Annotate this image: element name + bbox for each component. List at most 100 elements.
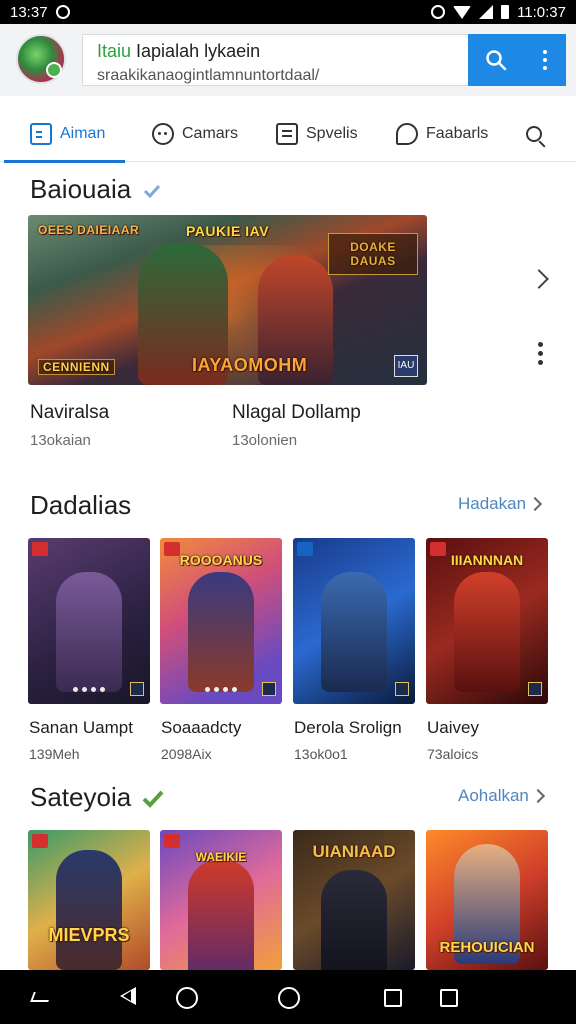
search-icon [486,50,507,71]
banner-label: CENNIENN [38,359,115,375]
publisher-logo [130,682,144,696]
avatar[interactable] [16,34,66,84]
tab-label: Spvelis [306,124,358,142]
status-clock: 11:0:37 [517,3,566,21]
featured-item-title: Naviralsa [30,402,110,423]
tab-label: Camars [182,124,239,142]
document-icon [276,122,298,145]
featured-item[interactable]: Nlagal Dollamp 13olonien [232,402,361,449]
search-button[interactable] [468,34,524,86]
tab-camars[interactable]: Camars [152,106,238,162]
home-icon[interactable] [176,987,198,1009]
system-nav-bar [0,970,576,1024]
featured-item[interactable]: Naviralsa 13okaian [30,402,109,449]
tile-art [188,860,254,970]
section-title-featured: Baiouaia [30,174,162,205]
more-vert-icon [543,50,547,70]
banner-label: OEES DAIEIAAR [38,223,140,237]
tile-title-art: WAEIKIE [195,850,247,864]
section-title-sateyoia: Sateyoia [30,782,164,813]
featured-item-subtitle: 13olonien [232,432,298,449]
more-vert-icon[interactable] [538,342,543,365]
see-more-label: Hadakan [458,494,527,513]
rating-badge [430,542,446,556]
rating-badge [164,834,180,848]
tile-title: Derola Srolign [294,718,402,737]
status-time: 13:37 [10,3,48,21]
see-more-link[interactable]: Hadakan [458,494,543,514]
back-icon[interactable] [120,987,136,1005]
tile-title-art: UIANIAAD [312,842,396,861]
tile-title: Soaaadcty [161,718,242,737]
game-tile[interactable]: ROOOANUS [160,538,282,704]
publisher-logo [528,682,542,696]
featured-banner[interactable]: OEES DAIEIAAR PAUKIE IAV DOAKE DAUAS CEN… [28,215,427,385]
tab-bar: Aiman Camars Spvelis Faabarls [0,106,576,163]
tile-title-art: REHOUICIAN [439,939,535,956]
game-tile[interactable]: UIANIAAD [293,830,415,970]
list-icon [30,122,52,145]
status-bar: 13:37 11:0:37 [0,0,576,24]
bubble-icon [396,122,418,145]
chevron-right-icon [527,496,543,512]
recents-icon[interactable] [384,989,402,1007]
search-input[interactable]: Itaiu Iapialah lykaein sraakikanaogintla… [82,34,468,86]
tile-caption[interactable]: Sanan Uampt 139Meh [29,718,159,762]
tile-subtitle: 13ok0o1 [294,746,348,762]
gesture-icon[interactable] [30,992,52,1002]
chevron-right-icon[interactable] [529,269,549,289]
section-title-text: Sateyoia [30,782,132,812]
section-title-text: Baiouaia [30,174,132,204]
signal-icon [479,5,494,19]
tile-caption[interactable]: Soaaadcty 2098Aix [161,718,291,762]
tile-art [321,870,387,970]
tile-subtitle: 2098Aix [161,746,212,762]
rating-badge [32,834,48,848]
tile-art [454,572,520,692]
tab-spvelis[interactable]: Spvelis [276,106,358,162]
search-title-rest: Iapialah lykaein [131,41,261,61]
tab-faabarls[interactable]: Faabarls [396,106,488,162]
see-more-link[interactable]: Aohalkan [458,786,545,806]
recents-icon[interactable] [440,989,458,1007]
rating-badge [164,542,180,556]
featured-item-title: Nlagal Dollamp [232,402,361,423]
search-title: Itaiu Iapialah lykaein [97,41,454,62]
chevron-right-icon [530,788,545,804]
game-tile[interactable]: REHOUICIAN [426,830,548,970]
tab-label: Aiman [60,124,106,142]
game-tile[interactable] [293,538,415,704]
banner-label: DOAKE DAUAS [328,233,418,275]
carousel-dots [205,687,237,692]
wifi-icon [453,5,472,19]
verified-icon [144,185,161,199]
notification-icon [55,5,70,19]
tile-subtitle: 139Meh [29,746,80,762]
tile-art [188,572,254,692]
battery-icon [501,5,510,19]
tile-title: Sanan Uampt [29,718,133,737]
tile-caption[interactable]: Uaivey 73aloics [427,718,557,762]
tile-title: Uaivey [427,718,479,737]
search-title-accent: Itaiu [97,41,132,61]
publisher-logo [395,682,409,696]
game-tile[interactable]: MIEVPRS [28,830,150,970]
tile-caption[interactable]: Derola Srolign 13ok0o1 [294,718,424,762]
tile-title-art: MIEVPRS [48,925,130,945]
overflow-menu-button[interactable] [524,34,566,86]
publisher-logo [262,682,276,696]
tile-art [321,572,387,692]
game-tile[interactable]: WAEIKIE [160,830,282,970]
tab-search[interactable] [526,106,542,162]
tile-art [56,850,122,970]
game-tile[interactable] [28,538,150,704]
carousel-dots [73,687,105,692]
tab-aiman[interactable]: Aiman [3,106,126,163]
section-title-dadalias: Dadalias [30,490,132,520]
tile-subtitle: 73aloics [427,746,479,762]
search-header: Itaiu Iapialah lykaein sraakikanaogintla… [0,24,576,96]
assistant-icon[interactable] [278,987,300,1009]
game-tile[interactable]: IIIANNNAN [426,538,548,704]
publisher-logo: IAU [394,355,418,377]
checkmark-icon [143,790,164,809]
